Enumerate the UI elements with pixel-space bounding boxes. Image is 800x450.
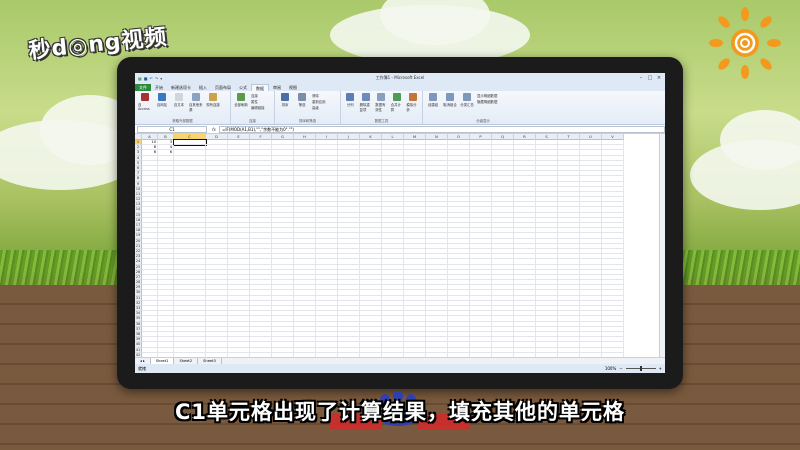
subtitle-caption: C1单元格出现了计算结果，填充其他的单元格 xyxy=(174,400,626,424)
group-external-data: 自 Access 自网站 自文本 自其他来源 现有连接 获取外部数据 xyxy=(135,91,231,124)
validation-icon xyxy=(377,93,386,101)
status-bar: 就绪 100% − + xyxy=(135,364,665,373)
other-sources-icon xyxy=(192,93,200,101)
formula-bar: C1 fx =IF(MOD(A1,B1),"","余数不能为0"."") xyxy=(135,125,665,134)
filter-icon xyxy=(298,93,306,101)
ribbon: 自 Access 自网站 自文本 自其他来源 现有连接 获取外部数据 全部刷新 … xyxy=(135,91,665,125)
group-icon xyxy=(429,93,437,101)
sun-icon xyxy=(709,7,781,79)
formula-input[interactable]: =IF(MOD(A1,B1),"","余数不能为0"."") xyxy=(219,125,665,133)
status-text: 就绪 xyxy=(138,365,146,371)
excel-window: ▦ ■ ↶ ↷ ▾ 工作簿1 - Microsoft Excel – □ × 文… xyxy=(135,73,665,373)
show-detail-button[interactable]: 显示明细数据 xyxy=(477,93,497,98)
clear-button[interactable]: 清除 xyxy=(312,93,326,98)
group-outline: 创建组 取消组合 分类汇总 显示明细数据 隐藏明细数据 分级显示 xyxy=(423,91,543,124)
group-label: 连接 xyxy=(249,119,256,123)
advanced-button[interactable]: 高级 xyxy=(312,105,326,110)
tab-insert[interactable]: 插入 xyxy=(195,84,211,91)
group-label: 数据工具 xyxy=(374,119,389,123)
edit-links-button[interactable]: 编辑链接 xyxy=(251,105,265,110)
tab-data[interactable]: 数据 xyxy=(251,84,269,91)
zoom-out-icon[interactable]: − xyxy=(619,366,622,371)
duplicates-icon xyxy=(361,93,370,101)
ungroup-icon xyxy=(446,93,454,101)
connections-button[interactable]: 连接 xyxy=(251,93,265,98)
refresh-icon xyxy=(237,93,245,101)
tab-formulas[interactable]: 公式 xyxy=(235,84,251,91)
sort-icon xyxy=(281,93,289,101)
group-label: 排序和筛选 xyxy=(299,119,316,123)
reapply-button[interactable]: 重新应用 xyxy=(312,99,326,104)
group-data-tools: 分列 删除重复项 数据有效性 合并计算 模拟分析 数据工具 xyxy=(341,91,423,124)
columns-icon xyxy=(346,93,355,101)
sheet-tabs: ◂ ▸ Sheet1 Sheet2 Sheet3 xyxy=(135,357,665,364)
ribbon-tabs: 文件 开始 新建选项卡 插入 页面布局 公式 数据 审阅 视图 xyxy=(135,83,665,91)
properties-button[interactable]: 属性 xyxy=(251,99,265,104)
vertical-scrollbar[interactable] xyxy=(659,134,665,364)
title-bar: ▦ ■ ↶ ↷ ▾ 工作簿1 - Microsoft Excel – □ × xyxy=(135,73,665,83)
fx-icon[interactable]: fx xyxy=(209,127,219,132)
subtotal-icon xyxy=(463,93,471,101)
zoom-level: 100% xyxy=(604,366,617,371)
tab-home[interactable]: 开始 xyxy=(151,84,167,91)
group-label: 获取外部数据 xyxy=(172,119,193,123)
tab-new-tab[interactable]: 新建选项卡 xyxy=(167,84,195,91)
what-if-icon xyxy=(408,93,417,101)
monitor-frame: ▦ ■ ↶ ↷ ▾ 工作簿1 - Microsoft Excel – □ × 文… xyxy=(117,57,683,389)
web-icon xyxy=(158,93,166,101)
tab-view[interactable]: 视图 xyxy=(285,84,301,91)
hide-detail-button[interactable]: 隐藏明细数据 xyxy=(477,99,497,104)
access-icon xyxy=(141,93,149,101)
tab-review[interactable]: 审阅 xyxy=(269,84,285,91)
window-title: 工作簿1 - Microsoft Excel xyxy=(375,75,425,80)
name-box[interactable]: C1 xyxy=(137,125,207,133)
text-icon xyxy=(175,93,183,101)
group-connections: 全部刷新 连接 属性 编辑链接 连接 xyxy=(231,91,275,124)
zoom-in-icon[interactable]: + xyxy=(659,366,662,371)
connections-icon xyxy=(209,93,217,101)
zoom-slider[interactable] xyxy=(625,366,656,371)
group-label: 分级显示 xyxy=(476,119,490,123)
grid-rows: 1 10 3 2 8 4 3 6 6 4 5 6 7 8 9 10 11 12 13 14 15 16 17 18 19 20 21… xyxy=(135,138,624,358)
spreadsheet-grid[interactable]: ABCDEFGHIJKLMNOPQRSTUV 1 10 3 2 8 4 3 6 6 4 5 6 7 8 9 1… xyxy=(135,134,665,364)
tab-page-layout[interactable]: 页面布局 xyxy=(211,84,235,91)
consolidate-icon xyxy=(393,93,402,101)
tab-file[interactable]: 文件 xyxy=(135,84,151,91)
group-sort-filter: 排序 筛选 清除 重新应用 高级 排序和筛选 xyxy=(275,91,341,124)
